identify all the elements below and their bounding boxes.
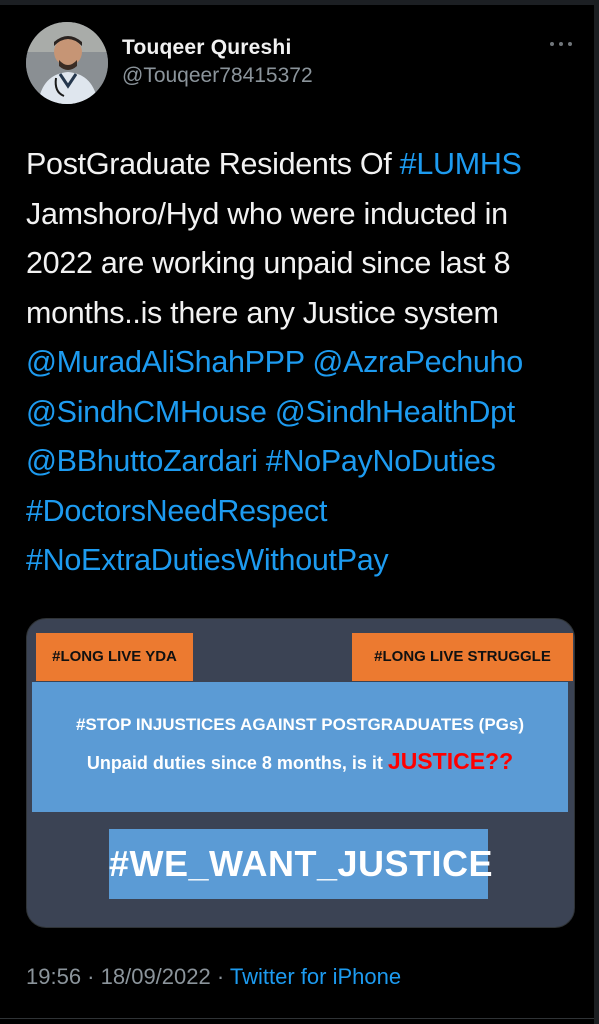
media-message-panel: #STOP INJUSTICES AGAINST POSTGRADUATES (… [32, 682, 568, 812]
tweet-header: Touqeer Qureshi @Touqeer78415372 [26, 22, 576, 106]
avatar[interactable] [26, 22, 108, 104]
hashtag-link[interactable]: #NoPayNoDuties [266, 444, 496, 478]
hashtag-link[interactable]: #DoctorsNeedRespect [26, 494, 327, 528]
scrollbar[interactable] [594, 0, 599, 1024]
tweet-date[interactable]: 18/09/2022 [101, 964, 211, 989]
tweet-metadata: 19:56 · 18/09/2022 · Twitter for iPhone [26, 964, 401, 990]
tweet-media-image[interactable]: #LONG LIVE YDA #LONG LIVE STRUGGLE #STOP… [26, 618, 575, 928]
meta-separator: · [81, 964, 101, 989]
mention-link[interactable]: @MuradAliShahPPP [26, 345, 305, 379]
media-panel-red-text: JUSTICE?? [387, 748, 514, 774]
tweet-text-line: months..is there any Justice system [26, 295, 499, 330]
mention-link[interactable]: @SindhCMHouse [26, 395, 267, 429]
tweet-text-line: Jamshoro/Hyd who were inducted in [26, 196, 508, 231]
mention-link[interactable]: @SindhHealthDpt [275, 395, 515, 429]
media-panel-text: Unpaid duties since 8 months, is it [86, 753, 388, 773]
top-border [0, 0, 599, 5]
meta-separator: · [210, 964, 230, 989]
media-panel-subline: Unpaid duties since 8 months, is it JUST… [32, 748, 568, 775]
tweet-time[interactable]: 19:56 [26, 964, 81, 989]
tweet-text: PostGraduate Residents Of #LUMHS Jamshor… [26, 140, 586, 586]
media-tag-left: #LONG LIVE YDA [36, 633, 193, 681]
hashtag-link[interactable]: #NoExtraDutiesWithoutPay [26, 543, 389, 577]
hashtag-link[interactable]: #LUMHS [400, 147, 522, 181]
mention-link[interactable]: @BBhuttoZardari [26, 444, 258, 478]
tweet-text-line: 2022 are working unpaid since last 8 [26, 246, 511, 280]
media-justice-box: #WE_WANT_JUSTICE [109, 829, 493, 899]
mention-link[interactable]: @AzraPechuho [312, 345, 523, 379]
tweet-text-line: PostGraduate Residents Of [26, 147, 400, 181]
user-handle[interactable]: @Touqeer78415372 [122, 64, 313, 88]
media-panel-heading: #STOP INJUSTICES AGAINST POSTGRADUATES (… [75, 715, 525, 734]
tweet-source-link[interactable]: Twitter for iPhone [230, 964, 401, 989]
divider [0, 1018, 599, 1019]
display-name[interactable]: Touqeer Qureshi [122, 36, 313, 60]
media-tag-right: #LONG LIVE STRUGGLE [352, 633, 573, 681]
author-info: Touqeer Qureshi @Touqeer78415372 [122, 36, 313, 88]
more-horizontal-icon[interactable] [546, 36, 576, 52]
